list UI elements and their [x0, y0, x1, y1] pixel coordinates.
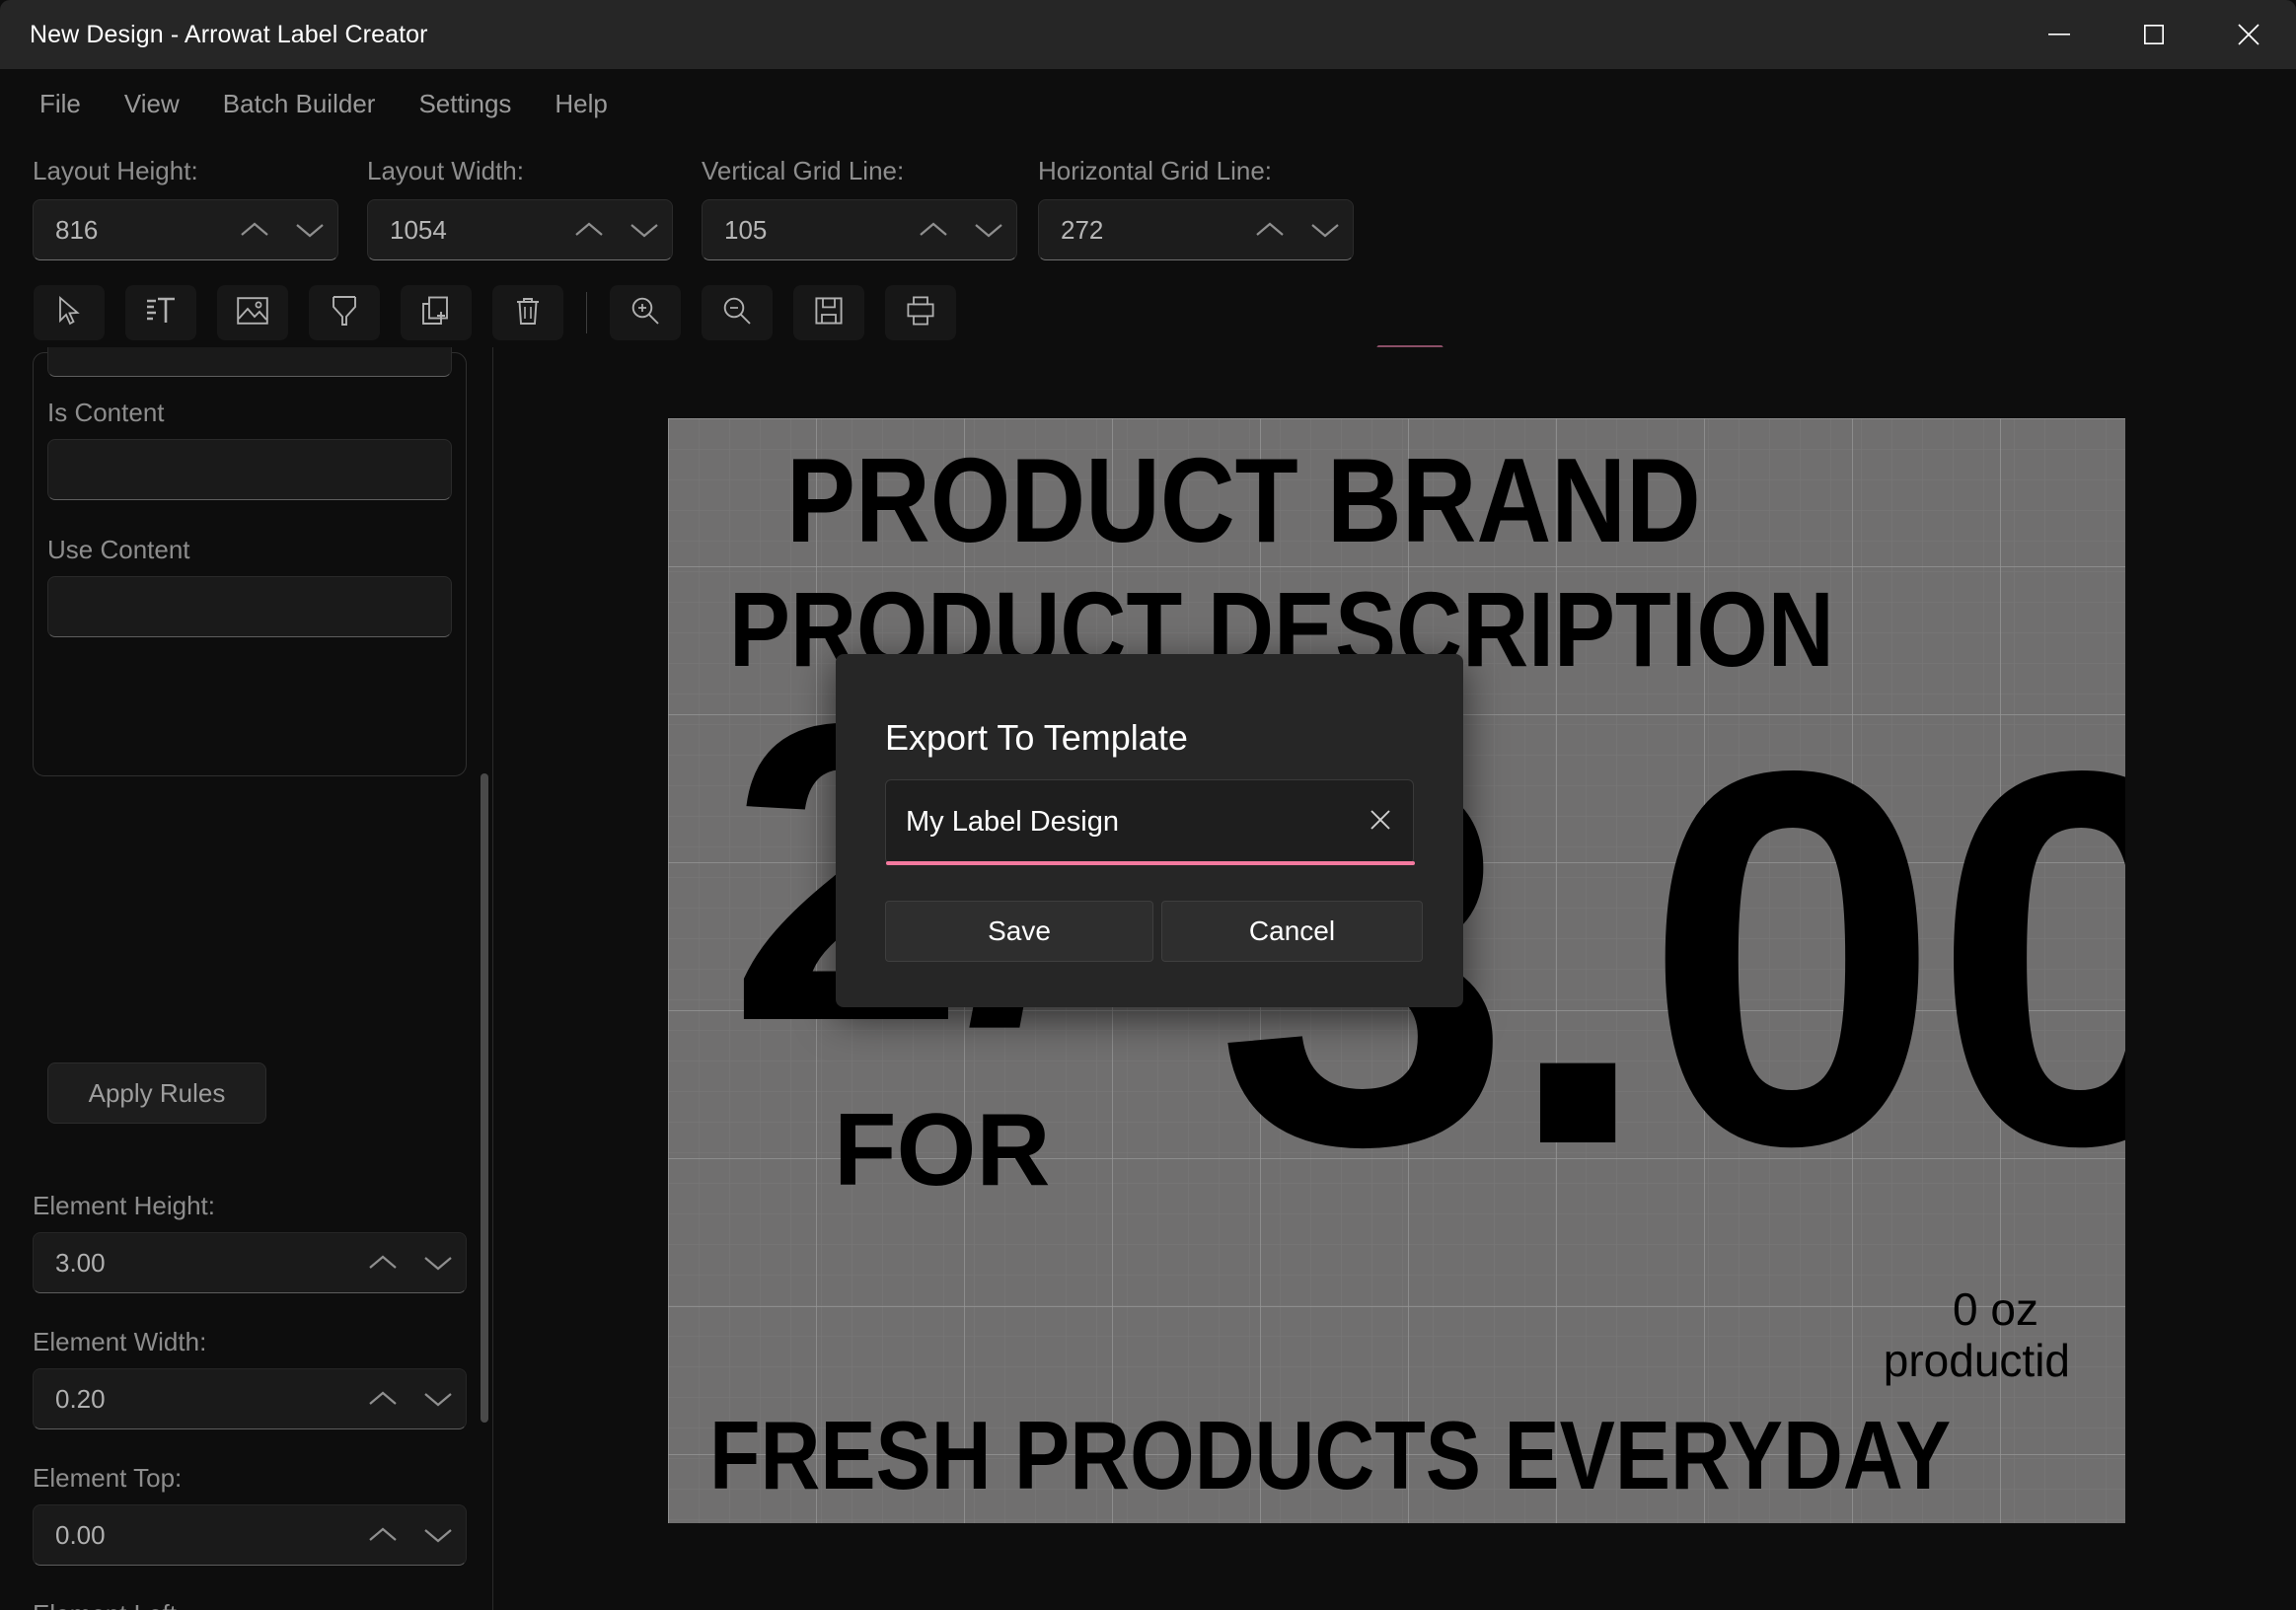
save-button[interactable] — [793, 285, 864, 340]
horizontal-grid-line-label: Horizontal Grid Line: — [1038, 156, 1272, 185]
element-width-increment[interactable] — [355, 1369, 410, 1428]
element-width-decrement[interactable] — [410, 1369, 466, 1428]
element-top-decrement[interactable] — [410, 1505, 466, 1565]
zoom-out-icon — [722, 296, 752, 330]
element-width-stepper[interactable]: 0.20 — [33, 1368, 467, 1429]
menu-item-file[interactable]: File — [18, 81, 103, 127]
print-icon — [907, 295, 934, 330]
layout-width-label: Layout Width: — [367, 156, 524, 185]
label-element-for[interactable]: FOR — [834, 1099, 1051, 1202]
toolbar — [0, 280, 2296, 345]
layout-width-value[interactable]: 1054 — [368, 215, 561, 246]
minimize-button[interactable] — [2012, 0, 2107, 69]
vertical-grid-line-label: Vertical Grid Line: — [702, 156, 905, 185]
text-tool-button[interactable] — [125, 285, 196, 340]
layout-width-decrement[interactable] — [617, 200, 672, 259]
layout-height-label: Layout Height: — [33, 156, 198, 185]
element-width-value[interactable]: 0.20 — [34, 1384, 355, 1415]
element-height-stepper[interactable]: 3.00 — [33, 1232, 467, 1293]
delete-button[interactable] — [492, 285, 563, 340]
rules-top-input[interactable] — [47, 347, 452, 377]
zoom-out-button[interactable] — [702, 285, 773, 340]
vertical-grid-line-value[interactable]: 105 — [703, 215, 906, 246]
delete-trash-icon — [515, 296, 541, 330]
export-to-template-dialog: Export To Template My Label Design Save … — [836, 654, 1463, 1007]
element-top-stepper[interactable]: 0.00 — [33, 1504, 467, 1566]
dialog-cancel-button[interactable]: Cancel — [1161, 901, 1423, 962]
zoom-in-button[interactable] — [610, 285, 681, 340]
element-height-decrement[interactable] — [410, 1233, 466, 1292]
add-page-button[interactable] — [401, 285, 472, 340]
zoom-in-icon — [630, 296, 660, 330]
layout-width-increment[interactable] — [561, 200, 617, 259]
template-name-field[interactable]: My Label Design — [885, 779, 1415, 865]
print-button[interactable] — [885, 285, 956, 340]
vertical-grid-line-group: Vertical Grid Line: 105 — [702, 156, 1017, 260]
horizontal-grid-line-value[interactable]: 272 — [1039, 215, 1242, 246]
vertical-grid-line-stepper[interactable]: 105 — [702, 199, 1017, 260]
image-tool-icon — [237, 296, 268, 329]
is-content-label: Is Content — [47, 398, 165, 427]
horizontal-grid-line-stepper[interactable]: 272 — [1038, 199, 1354, 260]
properties-sidebar: Is Content Use Content Apply Rules Eleme… — [0, 347, 493, 1610]
layout-height-increment[interactable] — [227, 200, 282, 259]
vertical-grid-line-decrement[interactable] — [961, 200, 1016, 259]
layout-width-group: Layout Width: 1054 — [367, 156, 673, 260]
window-title: New Design - Arrowat Label Creator — [30, 20, 428, 48]
select-tool-button[interactable] — [34, 285, 105, 340]
save-icon — [815, 296, 843, 329]
marker-tool-button[interactable] — [309, 285, 380, 340]
element-height-increment[interactable] — [355, 1233, 410, 1292]
use-content-input[interactable] — [47, 576, 452, 637]
layout-height-group: Layout Height: 816 — [33, 156, 338, 260]
cursor-select-icon — [56, 295, 82, 330]
app-window: New Design - Arrowat Label Creator File … — [0, 0, 2296, 1610]
layout-height-decrement[interactable] — [282, 200, 337, 259]
element-left-label: Element Left — [33, 1599, 177, 1610]
element-top-increment[interactable] — [355, 1505, 410, 1565]
dialog-save-button[interactable]: Save — [885, 901, 1153, 962]
marker-pen-icon — [331, 295, 358, 331]
menu-item-settings[interactable]: Settings — [397, 81, 533, 127]
element-width-label: Element Width: — [33, 1327, 207, 1356]
menu-bar: File View Batch Builder Settings Help — [0, 69, 2296, 138]
element-top-value[interactable]: 0.00 — [34, 1520, 355, 1551]
label-element-brand[interactable]: PRODUCT BRAND — [786, 440, 1701, 560]
horizontal-grid-line-decrement[interactable] — [1297, 200, 1353, 259]
label-element-tagline[interactable]: FRESH PRODUCTS EVERYDAY — [709, 1407, 1951, 1503]
vertical-grid-line-increment[interactable] — [906, 200, 961, 259]
element-top-label: Element Top: — [33, 1463, 183, 1493]
menu-item-batch-builder[interactable]: Batch Builder — [201, 81, 398, 127]
close-button[interactable] — [2201, 0, 2296, 69]
close-icon — [1369, 808, 1392, 837]
layout-width-stepper[interactable]: 1054 — [367, 199, 673, 260]
horizontal-grid-line-increment[interactable] — [1242, 200, 1297, 259]
horizontal-grid-line-group: Horizontal Grid Line: 272 — [1038, 156, 1354, 260]
clear-input-button[interactable] — [1348, 780, 1413, 863]
element-height-label: Element Height: — [33, 1191, 215, 1220]
sidebar-scrollbar[interactable] — [481, 773, 488, 1423]
window-controls — [2012, 0, 2296, 69]
add-page-icon — [421, 296, 451, 330]
apply-rules-button[interactable]: Apply Rules — [47, 1062, 266, 1124]
is-content-input[interactable] — [47, 439, 452, 500]
menu-item-view[interactable]: View — [103, 81, 201, 127]
menu-item-help[interactable]: Help — [533, 81, 629, 127]
element-height-value[interactable]: 3.00 — [34, 1248, 355, 1279]
dialog-title: Export To Template — [885, 717, 1188, 758]
layout-height-stepper[interactable]: 816 — [33, 199, 338, 260]
toolbar-divider — [586, 292, 587, 333]
maximize-button[interactable] — [2107, 0, 2201, 69]
layout-height-value[interactable]: 816 — [34, 215, 227, 246]
use-content-label: Use Content — [47, 535, 190, 564]
image-tool-button[interactable] — [217, 285, 288, 340]
label-element-size[interactable]: 0 oz — [1953, 1286, 2038, 1332]
layout-controls-row: Layout Height: 816 Layout Width: 1054 Ve… — [0, 138, 2296, 403]
text-tool-icon — [145, 296, 177, 330]
template-name-value[interactable]: My Label Design — [886, 806, 1348, 839]
label-element-product-id[interactable]: productid — [1884, 1338, 2070, 1383]
content-rules-card: Is Content Use Content — [33, 347, 467, 776]
title-bar: New Design - Arrowat Label Creator — [0, 0, 2296, 69]
